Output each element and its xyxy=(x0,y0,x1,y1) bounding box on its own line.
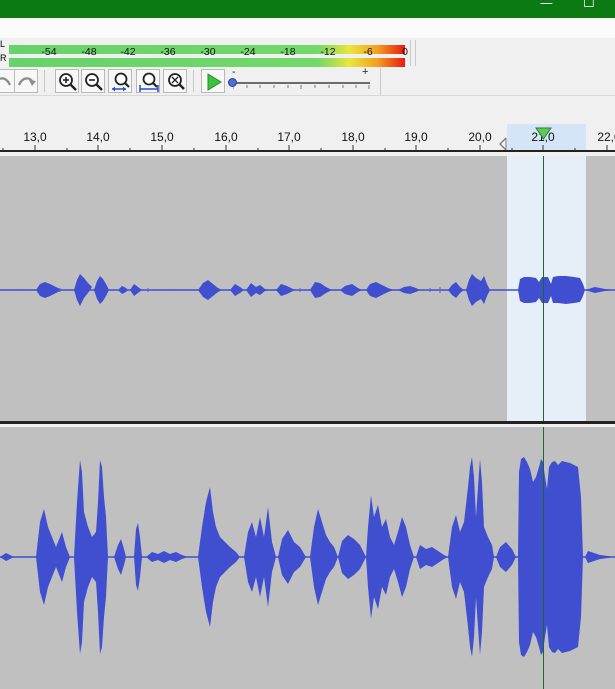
fit-selection-icon xyxy=(112,72,130,92)
play-speed-min-label: - xyxy=(232,66,236,78)
play-button[interactable] xyxy=(201,69,225,93)
toolbar-separator xyxy=(44,70,45,92)
meter-scale-label: -12 xyxy=(320,46,336,58)
fit-project-button[interactable] xyxy=(136,69,160,93)
playback-cursor-line xyxy=(543,156,544,421)
zoom-toggle-icon xyxy=(168,73,185,90)
meter-scale: -54 -48 -42 -36 -30 -24 -18 -12 -6 0 xyxy=(9,39,409,61)
meter-scale-label: -42 xyxy=(120,46,136,58)
play-speed-max-label: + xyxy=(362,66,369,78)
meter-scale-label: -18 xyxy=(280,46,296,58)
play-speed-slider[interactable] xyxy=(233,82,370,84)
redo-button[interactable] xyxy=(14,69,38,93)
fit-selection-button[interactable] xyxy=(108,69,132,93)
playback-cursor-line xyxy=(543,427,544,689)
zoom-in-icon xyxy=(59,73,77,91)
ruler-label: 14,0 xyxy=(86,130,110,144)
toolbar-separator xyxy=(193,70,194,92)
zoom-in-button[interactable] xyxy=(55,69,79,93)
meter-scale-label: -24 xyxy=(240,46,256,58)
toolbar-separator xyxy=(410,40,411,66)
audio-track-1[interactable] xyxy=(0,156,615,421)
ruler-label: 18,0 xyxy=(341,130,365,144)
meter-right-channel-label: R xyxy=(0,53,7,63)
zoom-out-button[interactable] xyxy=(81,69,105,93)
toolbar-row-empty xyxy=(0,96,615,125)
redo-icon xyxy=(17,77,36,86)
meter-left-channel-label: L xyxy=(0,39,6,49)
ruler-label: 13,0 xyxy=(23,130,47,144)
ruler-label: 17,0 xyxy=(277,130,301,144)
maximize-button[interactable]: ☐ xyxy=(583,0,595,11)
ruler-label: 22,0 xyxy=(597,130,615,144)
fit-project-icon xyxy=(139,72,159,92)
title-bar: — ☐ xyxy=(0,0,615,18)
ruler-label: 16,0 xyxy=(214,130,238,144)
play-speed-slider-thumb[interactable] xyxy=(228,78,237,87)
meter-scale-label: 0 xyxy=(402,46,408,58)
waveform-track-2 xyxy=(0,457,615,657)
menu-bar-area xyxy=(0,18,615,39)
ruler-baseline xyxy=(0,150,615,152)
waveform-track-1 xyxy=(0,274,615,306)
audio-track-2[interactable] xyxy=(0,427,615,689)
meter-scale-label: -54 xyxy=(41,46,57,58)
undo-button[interactable] xyxy=(0,69,14,93)
ruler-label: 15,0 xyxy=(150,130,174,144)
meter-scale-label: -30 xyxy=(200,46,216,58)
ruler-label: 19,0 xyxy=(404,130,428,144)
zoom-out-icon xyxy=(85,73,103,91)
ruler-label: 20,0 xyxy=(468,130,492,144)
play-icon xyxy=(207,73,222,91)
selection-start-marker-icon[interactable] xyxy=(498,137,508,151)
toolbar-separator xyxy=(380,68,381,95)
meter-scale-label: -6 xyxy=(363,46,373,58)
toolbar-separator xyxy=(415,40,416,66)
track-divider[interactable] xyxy=(0,421,615,424)
play-speed-slider-ticks xyxy=(233,85,370,89)
playhead-marker-icon[interactable] xyxy=(535,127,552,140)
meter-scale-label: -36 xyxy=(160,46,176,58)
undo-icon xyxy=(0,77,12,86)
meter-scale-label: -48 xyxy=(81,46,97,58)
zoom-toggle-button[interactable] xyxy=(163,69,187,93)
minimize-button[interactable]: — xyxy=(540,0,553,11)
